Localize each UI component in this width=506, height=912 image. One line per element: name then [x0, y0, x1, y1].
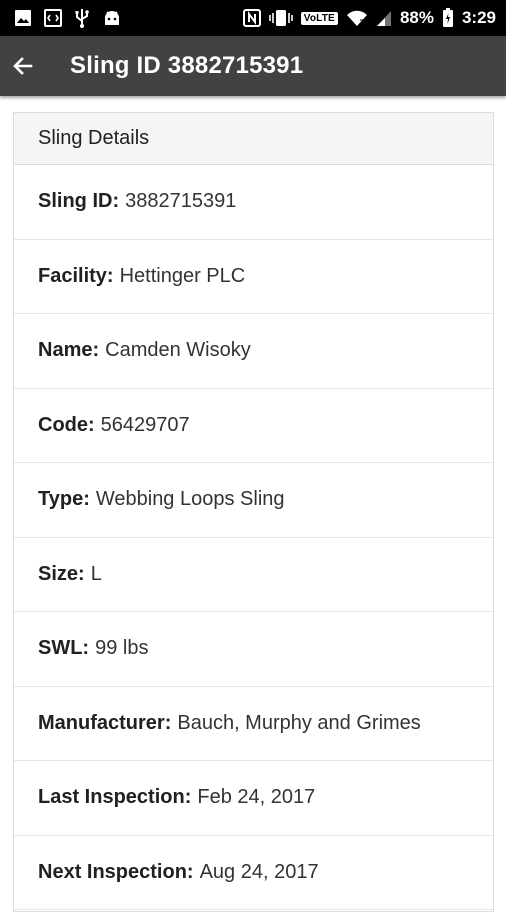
image-icon — [14, 9, 32, 27]
app-bar: Sling ID 3882715391 — [0, 36, 506, 96]
detail-row-size: Size: L — [14, 538, 493, 612]
arrow-back-icon — [11, 54, 35, 78]
detail-label: Size: — [38, 562, 85, 585]
detail-label: Name: — [38, 339, 100, 362]
detail-label: SWL: — [38, 637, 90, 660]
detail-row-manufacturer: Manufacturer: Bauch, Murphy and Grimes — [14, 687, 493, 761]
detail-label: Manufacturer: — [38, 711, 172, 734]
detail-value: 3882715391 — [125, 190, 237, 213]
sling-details-card: Sling Details Sling ID: 3882715391 Facil… — [13, 112, 494, 912]
detail-label: Last Inspection: — [38, 786, 192, 809]
detail-value: Aug 24, 2017 — [199, 860, 319, 883]
back-button[interactable] — [0, 36, 46, 96]
status-bar-system: VoLTE 88% 3:29 — [242, 8, 496, 28]
vibrate-icon — [268, 9, 293, 27]
detail-row-sling-id: Sling ID: 3882715391 — [14, 165, 493, 240]
detail-row-next-inspection: Next Inspection: Aug 24, 2017 — [14, 836, 493, 910]
detail-row-last-inspection: Last Inspection: Feb 24, 2017 — [14, 761, 493, 836]
battery-icon — [442, 8, 454, 28]
card-header: Sling Details — [14, 113, 493, 165]
detail-row-facility: Facility: Hettinger PLC — [14, 240, 493, 314]
detail-value: L — [90, 562, 102, 585]
detail-row-swl: SWL: 99 lbs — [14, 612, 493, 687]
wifi-icon — [346, 9, 368, 27]
detail-row-name: Name: Camden Wisoky — [14, 314, 493, 389]
android-icon — [102, 9, 122, 27]
signal-icon — [376, 9, 392, 27]
detail-value: Camden Wisoky — [105, 339, 251, 362]
detail-value: 99 lbs — [95, 637, 149, 660]
detail-value: Feb 24, 2017 — [197, 786, 316, 809]
detail-label: Next Inspection: — [38, 860, 194, 883]
clock: 3:29 — [461, 8, 496, 27]
page-title: Sling ID 3882715391 — [70, 52, 304, 79]
volte-badge: VoLTE — [300, 11, 338, 25]
detail-value: Webbing Loops Sling — [95, 488, 285, 511]
detail-row-code: Code: 56429707 — [14, 389, 493, 463]
battery-percent: 88% — [399, 8, 434, 27]
detail-label: Sling ID: — [38, 190, 120, 213]
nfc-icon — [242, 9, 261, 27]
detail-label: Facility: — [38, 264, 114, 287]
usb-icon — [74, 8, 90, 28]
status-bar: VoLTE 88% 3:29 — [0, 0, 506, 36]
detail-label: Type: — [38, 488, 90, 511]
detail-label: Code: — [38, 413, 95, 436]
detail-row-type: Type: Webbing Loops Sling — [14, 463, 493, 538]
detail-value: Hettinger PLC — [119, 264, 246, 287]
detail-value: 56429707 — [100, 413, 190, 436]
code-icon — [44, 9, 62, 27]
status-bar-notifications — [14, 8, 122, 28]
detail-value: Bauch, Murphy and Grimes — [177, 711, 421, 734]
